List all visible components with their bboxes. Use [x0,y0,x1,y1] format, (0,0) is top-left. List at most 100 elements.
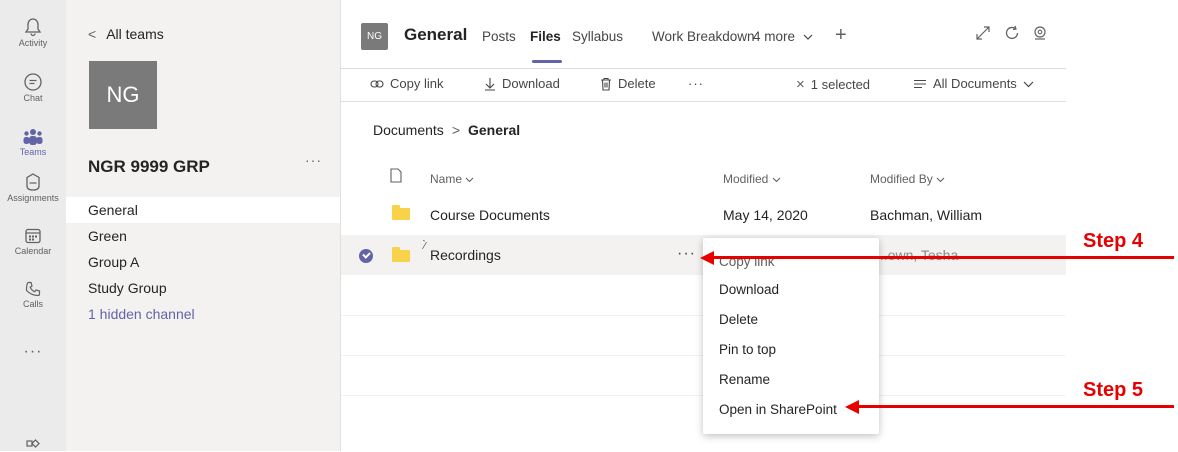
channel-general[interactable]: General [66,197,340,223]
download-icon [485,77,495,91]
document-icon [390,168,402,183]
loading-spinner-icon: ⁄̀ [424,241,426,252]
column-header-modified-by[interactable]: Modified By [870,172,945,186]
tab-syllabus[interactable]: Syllabus [572,29,623,44]
row-more-options-icon[interactable]: ··· [677,245,696,263]
copy-link-button[interactable]: Copy link [370,76,443,91]
more-apps-icon[interactable]: ··· [0,343,66,361]
breadcrumb: Documents > General [373,122,520,138]
modified-by: Bachman, William [870,207,983,223]
breadcrumb-separator: > [451,122,460,138]
channel-study-group[interactable]: Study Group [66,275,340,301]
rail-label: Calendar [14,246,52,256]
back-label: All teams [106,26,164,42]
rail-label: Assignments [7,193,59,203]
selected-count: 1 selected [810,77,871,92]
expand-icon[interactable] [975,25,991,46]
trash-icon [601,77,611,91]
rail-label: Chat [23,93,43,103]
add-tab-button[interactable]: + [835,24,847,47]
tab-more-dropdown[interactable]: 4 more [753,29,813,44]
step5-label: Step 5 [1083,379,1144,401]
calendar-icon [25,228,41,244]
chevron-down-icon [803,34,813,40]
chat-icon [24,73,42,91]
channel-title: General [404,25,468,44]
teams-icon [23,129,43,145]
file-name[interactable]: Recordings [430,247,501,263]
rail-label: Teams [19,147,47,157]
step5-arrow-line [857,405,1174,408]
refresh-circle-icon [1005,25,1019,40]
tab-posts[interactable]: Posts [482,29,516,44]
rail-item-activity[interactable]: Activity [0,17,66,48]
rail-item-calendar[interactable]: Calendar [0,227,66,256]
tab-files[interactable]: Files [530,29,561,44]
breadcrumb-current: General [468,122,521,138]
hidden-channels-link[interactable]: 1 hidden channel [66,301,340,327]
download-button[interactable]: Download [484,76,560,91]
folder-icon [392,247,410,262]
menu-item-delete[interactable]: Delete [719,312,758,327]
modified-header-label: Modified [723,172,769,186]
step4-label: Step 4 [1083,230,1144,252]
meet-now-icon[interactable] [1032,25,1048,48]
close-icon: × [796,76,805,93]
modified-date: May 14, 2020 [723,207,808,223]
assignments-icon [26,173,40,191]
menu-item-open-in-sharepoint[interactable]: Open in SharePoint [719,402,837,417]
expand-arrows-icon [976,26,990,40]
rail-item-teams[interactable]: Teams [0,128,66,157]
refresh-icon[interactable] [1004,25,1020,46]
rail-label: Activity [18,38,48,48]
channel-avatar: NG [361,23,388,50]
phone-icon [25,281,41,297]
rail-item-assignments[interactable]: Assignments [0,172,66,203]
view-selector[interactable]: All Documents [913,76,1034,91]
file-type-icon [390,168,402,186]
team-name: NGR 9999 GRP [88,157,210,176]
rail-item-calls[interactable]: Calls [0,280,66,309]
chevron-down-icon [936,177,945,183]
channel-group-a[interactable]: Group A [66,249,340,275]
rail-item-chat[interactable]: Chat [0,72,66,103]
chevron-down-icon [772,177,781,183]
back-to-teams-link[interactable]: < All teams [88,26,164,42]
column-header-modified[interactable]: Modified [723,172,781,186]
name-header-label: Name [430,172,463,186]
menu-item-pin-to-top[interactable]: Pin to top [719,342,776,357]
channel-green[interactable]: Green [66,223,340,249]
active-tab-indicator [532,60,562,63]
bell-icon [24,18,42,37]
app-rail: Activity Chat Teams Assignments Calendar… [0,0,66,451]
modified-by-header-label: Modified By [870,172,933,186]
delete-button[interactable]: Delete [600,76,656,91]
tab-work-breakdown[interactable]: Work Breakdown [652,29,755,44]
rail-label: Calls [22,299,43,309]
modified-by-partial: ...own, Tesha [876,247,959,263]
download-label: Download [502,76,560,91]
menu-item-rename[interactable]: Rename [719,372,770,387]
clear-selection-button[interactable]: × 1 selected [796,76,870,93]
copy-link-label: Copy link [390,76,444,91]
delete-label: Delete [618,76,656,91]
more-tabs-label: 4 more [753,29,796,44]
chevron-left-icon: < [88,26,97,42]
column-header-name[interactable]: Name [430,172,474,186]
folder-icon [392,205,410,220]
table-row[interactable]: Course Documents May 14, 2020 Bachman, W… [341,195,1066,235]
link-icon [370,79,384,88]
rail-item-apps[interactable] [0,436,66,452]
team-more-options-icon[interactable]: ··· [305,152,322,168]
file-name[interactable]: Course Documents [430,207,550,223]
view-label: All Documents [933,76,1017,91]
selected-check-icon[interactable] [359,249,373,263]
apps-icon [26,439,40,448]
team-avatar: NG [89,61,157,129]
chevron-down-icon [465,177,474,183]
menu-item-download[interactable]: Download [719,282,779,297]
chevron-down-icon [1023,81,1034,87]
video-icon [1034,26,1046,40]
toolbar-more-icon[interactable]: ··· [688,76,704,91]
breadcrumb-documents[interactable]: Documents [373,122,444,138]
